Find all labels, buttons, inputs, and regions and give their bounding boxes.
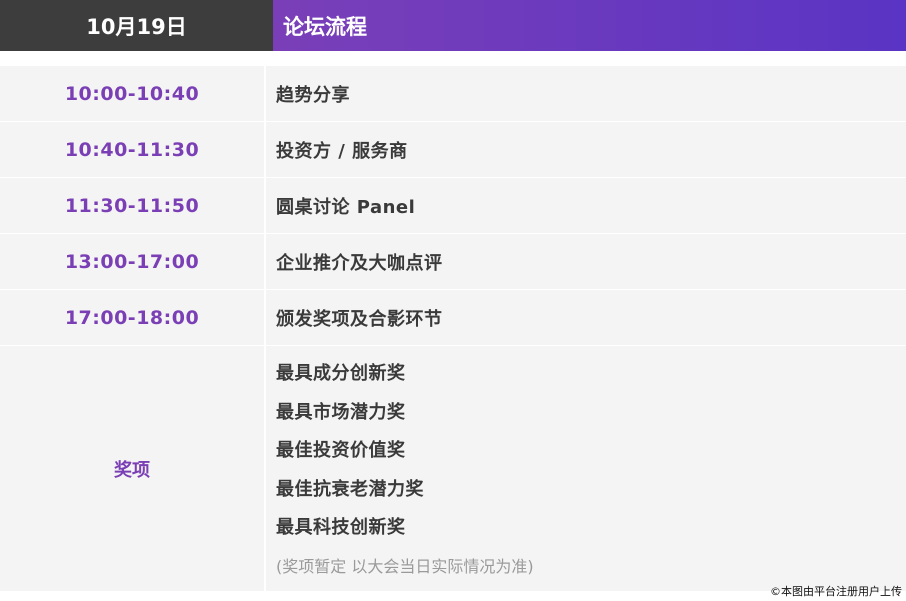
schedule-item: 趋势分享 [276,84,350,106]
awards-note: (奖项暂定 以大会当日实际情况为准) [276,556,534,576]
schedule-item: 圆桌讨论 Panel [276,196,416,218]
award-item: 最具市场潜力奖 [276,401,406,423]
awards-list: 最具成分创新奖 最具市场潜力奖 最佳投资价值奖 最佳抗衰老潜力奖 最具科技创新奖… [266,346,906,591]
schedule-row: 13:00-17:00 企业推介及大咖点评 [0,234,906,290]
award-item: 最具成分创新奖 [276,363,406,384]
watermark: ©本图由平台注册用户上传 [770,585,902,598]
schedule-time: 11:30-11:50 [0,178,266,233]
award-item: 最佳投资价值奖 [276,440,406,461]
schedule-row: 17:00-18:00 颁发奖项及合影环节 [0,290,906,346]
award-item: 最佳抗衰老潜力奖 [276,478,424,500]
schedule-table: 10:00-10:40 趋势分享 10:40-11:30 投资方 / 服务商 1… [0,66,906,591]
schedule-time: 10:00-10:40 [0,66,266,121]
schedule-item: 企业推介及大咖点评 [276,252,443,274]
award-item: 最具科技创新奖 [276,517,406,538]
schedule-row: 10:40-11:30 投资方 / 服务商 [0,122,906,178]
schedule-item: 颁发奖项及合影环节 [276,308,443,330]
awards-row: 奖项 最具成分创新奖 最具市场潜力奖 最佳投资价值奖 最佳抗衰老潜力奖 最具科技… [0,346,906,591]
schedule-time: 17:00-18:00 [0,290,266,345]
schedule-row: 10:00-10:40 趋势分享 [0,66,906,122]
awards-label: 奖项 [0,346,266,591]
header-date: 10月19日 [0,0,273,51]
schedule-time: 13:00-17:00 [0,234,266,289]
schedule-time: 10:40-11:30 [0,122,266,177]
schedule-row: 11:30-11:50 圆桌讨论 Panel [0,178,906,234]
schedule-header: 10月19日 论坛流程 [0,0,906,51]
schedule-item: 投资方 / 服务商 [276,140,408,162]
header-title: 论坛流程 [273,0,906,51]
